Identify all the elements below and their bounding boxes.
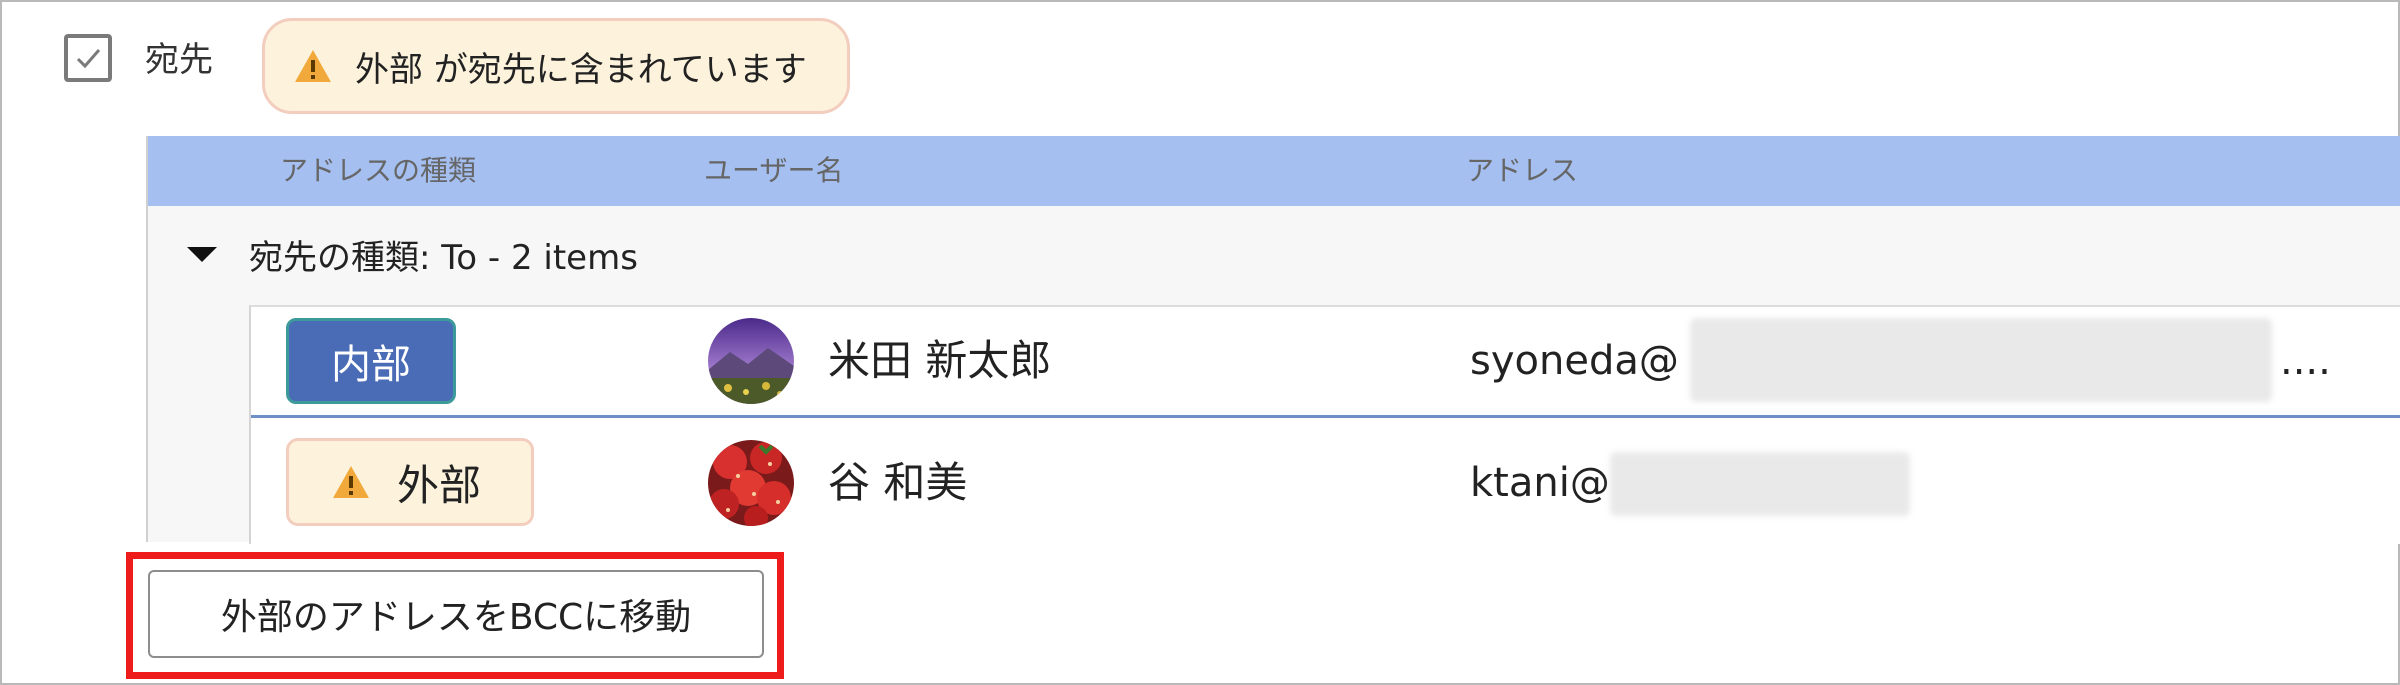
recipients-checkbox[interactable] [64, 34, 112, 82]
collapse-arrow-icon[interactable] [185, 244, 219, 264]
address-ellipsis: .... [2280, 338, 2331, 384]
warning-chip-text: 外部 が宛先に含まれています [355, 49, 807, 90]
group-row-to[interactable]: 宛先の種類: To - 2 items [185, 222, 638, 286]
external-badge: 外部 [286, 438, 534, 526]
external-warning-chip: 外部 が宛先に含まれています [262, 18, 850, 114]
user-name: 米田 新太郎 [828, 336, 1052, 385]
avatar [708, 440, 794, 526]
row-separator [251, 415, 2400, 418]
column-header-address-type[interactable]: アドレスの種類 [280, 136, 476, 206]
group-row-label: 宛先の種類: To - 2 items [249, 237, 638, 278]
avatar [708, 318, 794, 404]
grid-header [148, 136, 2400, 206]
column-header-user-name[interactable]: ユーザー名 [704, 136, 843, 206]
avatar-mountain-image [708, 318, 794, 404]
warning-icon [333, 466, 369, 498]
address-text: syoneda@ [1470, 338, 1679, 384]
user-name: 谷 和美 [828, 458, 968, 507]
column-header-address[interactable]: アドレス [1466, 136, 1578, 206]
address-redacted [1610, 452, 1910, 516]
highlight-box [126, 552, 784, 679]
address-redacted [1690, 318, 2272, 402]
internal-badge: 内部 [286, 318, 456, 404]
address-text: ktani@ [1470, 460, 1610, 506]
recipients-label: 宛先 [145, 40, 213, 80]
avatar-strawberries-image [708, 440, 794, 526]
checkmark-icon [76, 49, 101, 69]
warning-icon [295, 50, 331, 82]
external-badge-label: 外部 [397, 460, 482, 510]
